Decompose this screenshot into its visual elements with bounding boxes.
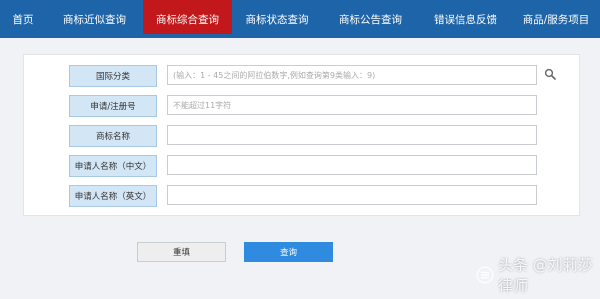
nav-item-announcement-search[interactable]: 商标公告查询 — [322, 0, 419, 38]
top-nav: 首页 商标近似查询 商标综合查询 商标状态查询 商标公告查询 错误信息反馈 商品… — [0, 0, 600, 38]
watermark: 头条 @刘莉莎律师 — [476, 256, 600, 295]
form-row-trademark-name: 商标名称 — [24, 125, 579, 147]
reset-button[interactable]: 重填 — [137, 242, 226, 262]
search-form-panel: 国际分类 (输入：1 - 45之间的阿拉伯数字,例如查询第9类输入：9) 申请/… — [23, 54, 580, 216]
form-row-applicant-name-en: 申请人名称（英文） — [24, 185, 579, 207]
search-icon[interactable] — [544, 68, 556, 80]
registration-number-input[interactable]: 不能超过11字符 — [167, 95, 537, 115]
applicant-name-cn-input[interactable] — [167, 155, 537, 175]
query-button[interactable]: 查询 — [244, 242, 333, 262]
nav-item-goods-services[interactable]: 商品/服务项目 — [512, 0, 600, 38]
applicant-name-en-label: 申请人名称（英文） — [69, 185, 157, 207]
form-row-applicant-name-cn: 申请人名称（中文） — [24, 155, 579, 177]
nav-item-status-search[interactable]: 商标状态查询 — [232, 0, 322, 38]
watermark-text: 头条 @刘莉莎律师 — [497, 256, 593, 295]
nav-item-similar-search[interactable]: 商标近似查询 — [46, 0, 143, 38]
form-row-registration-number: 申请/注册号 不能超过11字符 — [24, 95, 579, 117]
trademark-name-input[interactable] — [167, 125, 537, 145]
applicant-name-en-input[interactable] — [167, 185, 537, 205]
applicant-name-cn-label: 申请人名称（中文） — [69, 155, 157, 177]
nav-item-home[interactable]: 首页 — [0, 0, 46, 38]
international-class-input[interactable]: (输入：1 - 45之间的阿拉伯数字,例如查询第9类输入：9) — [167, 65, 537, 85]
registration-number-label: 申请/注册号 — [69, 95, 157, 117]
nav-item-error-feedback[interactable]: 错误信息反馈 — [419, 0, 512, 38]
nav-underline — [0, 34, 600, 38]
international-class-label: 国际分类 — [69, 65, 157, 87]
toutiao-logo-icon — [476, 266, 494, 284]
form-row-international-class: 国际分类 (输入：1 - 45之间的阿拉伯数字,例如查询第9类输入：9) — [24, 65, 579, 87]
nav-item-comprehensive-search[interactable]: 商标综合查询 — [143, 0, 232, 38]
trademark-name-label: 商标名称 — [69, 125, 157, 147]
